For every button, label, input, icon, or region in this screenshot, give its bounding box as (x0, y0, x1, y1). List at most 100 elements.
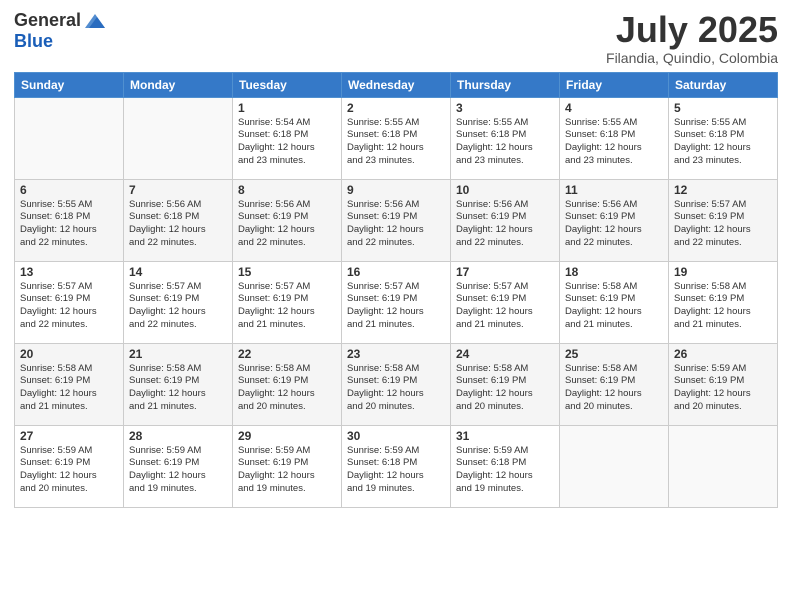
calendar-cell: 30 Sunrise: 5:59 AMSunset: 6:18 PMDayligh… (342, 425, 451, 507)
day-number: 16 (347, 265, 445, 279)
calendar-cell: 7 Sunrise: 5:56 AMSunset: 6:18 PMDaylight… (124, 179, 233, 261)
calendar-cell: 31 Sunrise: 5:59 AMSunset: 6:18 PMDayligh… (451, 425, 560, 507)
day-info: Sunrise: 5:56 AMSunset: 6:19 PMDaylight:… (456, 199, 554, 250)
calendar-cell: 13Sunrise: 5:57 AMSunset: 6:19 PMDayligh… (15, 261, 124, 343)
logo-icon (83, 10, 107, 32)
day-info: Sunrise: 5:58 AMSunset: 6:19 PMDaylight:… (565, 363, 663, 414)
day-number: 12 (674, 183, 772, 197)
calendar-cell: 19 Sunrise: 5:58 AMSunset: 6:19 PMDayligh… (669, 261, 778, 343)
day-info: Sunrise: 5:59 AMSunset: 6:19 PMDaylight:… (129, 445, 227, 496)
location-title: Filandia, Quindio, Colombia (606, 50, 778, 66)
calendar-cell: 1Sunrise: 5:54 AMSunset: 6:18 PMDaylight… (233, 97, 342, 179)
day-number: 24 (456, 347, 554, 361)
day-number: 1 (238, 101, 336, 115)
logo: General Blue (14, 10, 107, 52)
day-number: 23 (347, 347, 445, 361)
day-info: Sunrise: 5:55 AMSunset: 6:18 PMDaylight:… (674, 117, 772, 168)
header: General Blue July 2025 Filandia, Quindio… (14, 10, 778, 66)
day-number: 11 (565, 183, 663, 197)
day-number: 30 (347, 429, 445, 443)
day-number: 26 (674, 347, 772, 361)
calendar-cell: 20 Sunrise: 5:58 AMSunset: 6:19 PMDayligh… (15, 343, 124, 425)
day-number: 22 (238, 347, 336, 361)
day-info: Sunrise: 5:56 AMSunset: 6:19 PMDaylight:… (565, 199, 663, 250)
day-of-week-header: Tuesday (233, 72, 342, 97)
day-info: Sunrise: 5:56 AMSunset: 6:19 PMDaylight:… (347, 199, 445, 250)
day-number: 15 (238, 265, 336, 279)
page: General Blue July 2025 Filandia, Quindio… (0, 0, 792, 612)
day-number: 3 (456, 101, 554, 115)
day-info: Sunrise: 5:58 AMSunset: 6:19 PMDaylight:… (565, 281, 663, 332)
day-number: 7 (129, 183, 227, 197)
calendar-cell: 15 Sunrise: 5:57 AMSunset: 6:19 PMDayligh… (233, 261, 342, 343)
calendar-cell: 14Sunrise: 5:57 AMSunset: 6:19 PMDayligh… (124, 261, 233, 343)
calendar-cell (669, 425, 778, 507)
day-number: 28 (129, 429, 227, 443)
day-of-week-header: Monday (124, 72, 233, 97)
day-number: 29 (238, 429, 336, 443)
calendar-week-row: 6Sunrise: 5:55 AMSunset: 6:18 PMDaylight… (15, 179, 778, 261)
calendar-cell: 12 Sunrise: 5:57 AMSunset: 6:19 PMDayligh… (669, 179, 778, 261)
day-number: 25 (565, 347, 663, 361)
day-of-week-header: Sunday (15, 72, 124, 97)
calendar-cell: 21 Sunrise: 5:58 AMSunset: 6:19 PMDayligh… (124, 343, 233, 425)
calendar-cell: 8Sunrise: 5:56 AMSunset: 6:19 PMDaylight… (233, 179, 342, 261)
calendar-cell: 22Sunrise: 5:58 AMSunset: 6:19 PMDayligh… (233, 343, 342, 425)
day-number: 5 (674, 101, 772, 115)
calendar-header-row: SundayMondayTuesdayWednesdayThursdayFrid… (15, 72, 778, 97)
day-info: Sunrise: 5:58 AMSunset: 6:19 PMDaylight:… (674, 281, 772, 332)
day-info: Sunrise: 5:59 AMSunset: 6:18 PMDaylight:… (347, 445, 445, 496)
calendar-cell: 17Sunrise: 5:57 AMSunset: 6:19 PMDayligh… (451, 261, 560, 343)
day-info: Sunrise: 5:55 AMSunset: 6:18 PMDaylight:… (565, 117, 663, 168)
day-info: Sunrise: 5:57 AMSunset: 6:19 PMDaylight:… (674, 199, 772, 250)
calendar-week-row: 1Sunrise: 5:54 AMSunset: 6:18 PMDaylight… (15, 97, 778, 179)
calendar-table: SundayMondayTuesdayWednesdayThursdayFrid… (14, 72, 778, 508)
calendar-cell: 29 Sunrise: 5:59 AMSunset: 6:19 PMDayligh… (233, 425, 342, 507)
day-number: 2 (347, 101, 445, 115)
calendar-week-row: 20 Sunrise: 5:58 AMSunset: 6:19 PMDayligh… (15, 343, 778, 425)
day-info: Sunrise: 5:58 AMSunset: 6:19 PMDaylight:… (20, 363, 118, 414)
calendar-cell: 3Sunrise: 5:55 AMSunset: 6:18 PMDaylight… (451, 97, 560, 179)
calendar-cell: 16 Sunrise: 5:57 AMSunset: 6:19 PMDayligh… (342, 261, 451, 343)
calendar-cell: 24Sunrise: 5:58 AMSunset: 6:19 PMDayligh… (451, 343, 560, 425)
title-block: July 2025 Filandia, Quindio, Colombia (606, 10, 778, 66)
logo-blue-text: Blue (14, 31, 53, 51)
day-of-week-header: Saturday (669, 72, 778, 97)
calendar-week-row: 27 Sunrise: 5:59 AMSunset: 6:19 PMDayligh… (15, 425, 778, 507)
day-number: 8 (238, 183, 336, 197)
day-number: 14 (129, 265, 227, 279)
calendar-cell: 18 Sunrise: 5:58 AMSunset: 6:19 PMDayligh… (560, 261, 669, 343)
day-of-week-header: Wednesday (342, 72, 451, 97)
day-info: Sunrise: 5:59 AMSunset: 6:19 PMDaylight:… (238, 445, 336, 496)
calendar-cell: 26 Sunrise: 5:59 AMSunset: 6:19 PMDayligh… (669, 343, 778, 425)
calendar-cell: 5 Sunrise: 5:55 AMSunset: 6:18 PMDaylight… (669, 97, 778, 179)
day-info: Sunrise: 5:58 AMSunset: 6:19 PMDaylight:… (129, 363, 227, 414)
calendar-week-row: 13 Sunrise: 5:57 AMSunset: 6:19 PMDayligh… (15, 261, 778, 343)
calendar-cell: 28 Sunrise: 5:59 AMSunset: 6:19 PMDayligh… (124, 425, 233, 507)
day-number: 18 (565, 265, 663, 279)
day-number: 27 (20, 429, 118, 443)
calendar-cell: 23Sunrise: 5:58 AMSunset: 6:19 PMDayligh… (342, 343, 451, 425)
calendar-cell: 27Sunrise: 5:59 AMSunset: 6:19 PMDayligh… (15, 425, 124, 507)
day-of-week-header: Thursday (451, 72, 560, 97)
day-number: 10 (456, 183, 554, 197)
day-info: Sunrise: 5:57 AMSunset: 6:19 PMDaylight:… (347, 281, 445, 332)
calendar-cell: 2 Sunrise: 5:55 AMSunset: 6:18 PMDaylight… (342, 97, 451, 179)
day-info: Sunrise: 5:59 AMSunset: 6:18 PMDaylight:… (456, 445, 554, 496)
calendar-cell: 4Sunrise: 5:55 AMSunset: 6:18 PMDaylight… (560, 97, 669, 179)
calendar-cell: 25 Sunrise: 5:58 AMSunset: 6:19 PMDayligh… (560, 343, 669, 425)
day-number: 31 (456, 429, 554, 443)
day-number: 13 (20, 265, 118, 279)
day-info: Sunrise: 5:55 AMSunset: 6:18 PMDaylight:… (347, 117, 445, 168)
calendar-cell (124, 97, 233, 179)
day-info: Sunrise: 5:56 AMSunset: 6:18 PMDaylight:… (129, 199, 227, 250)
day-number: 19 (674, 265, 772, 279)
day-of-week-header: Friday (560, 72, 669, 97)
day-info: Sunrise: 5:59 AMSunset: 6:19 PMDaylight:… (674, 363, 772, 414)
day-number: 21 (129, 347, 227, 361)
day-number: 20 (20, 347, 118, 361)
calendar-cell: 9 Sunrise: 5:56 AMSunset: 6:19 PMDaylight… (342, 179, 451, 261)
day-number: 9 (347, 183, 445, 197)
calendar-cell (15, 97, 124, 179)
day-info: Sunrise: 5:57 AMSunset: 6:19 PMDaylight:… (238, 281, 336, 332)
